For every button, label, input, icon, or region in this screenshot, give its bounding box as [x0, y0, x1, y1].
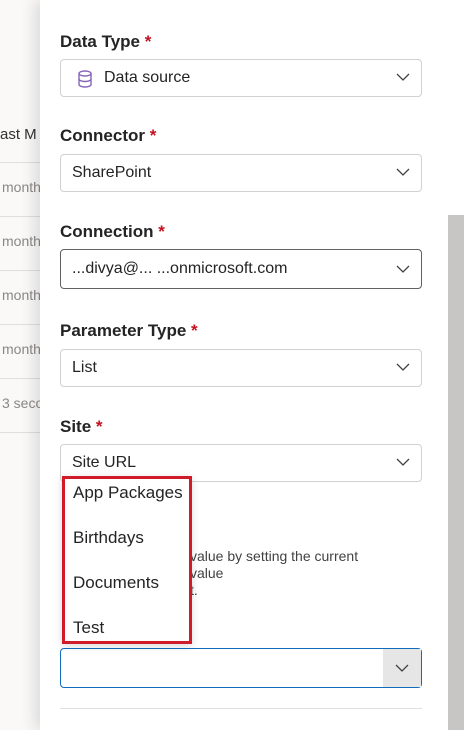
required-marker: *: [158, 222, 165, 241]
database-icon: [78, 70, 92, 88]
connection-dropdown[interactable]: ...divya@... ...onmicrosoft.com: [60, 249, 422, 289]
list-dropdown-toggle[interactable]: [383, 649, 421, 687]
parameter-type-label: Parameter Type *: [60, 321, 198, 340]
data-type-label: Data Type *: [60, 32, 152, 51]
data-type-value: Data source: [104, 69, 191, 86]
connector-dropdown[interactable]: SharePoint: [60, 154, 422, 192]
scrollbar-thumb[interactable]: [448, 215, 464, 730]
chevron-down-icon: [395, 664, 409, 672]
connector-label: Connector *: [60, 126, 157, 145]
option-documents[interactable]: Documents: [73, 573, 159, 593]
chevron-down-icon: [396, 363, 410, 371]
data-type-dropdown[interactable]: Data source: [60, 59, 422, 97]
chevron-down-icon: [396, 168, 410, 176]
required-marker: *: [144, 32, 152, 51]
option-app-packages[interactable]: App Packages: [73, 483, 183, 503]
required-marker: *: [149, 126, 157, 145]
divider: [60, 708, 422, 709]
connection-value: ...divya@... ...onmicrosoft.com: [72, 260, 288, 277]
parameter-type-value: List: [72, 359, 97, 376]
site-value: Site URL: [72, 454, 137, 471]
site-label: Site *: [60, 417, 103, 436]
connector-value: SharePoint: [72, 164, 152, 181]
chevron-down-icon: [396, 265, 410, 273]
background-row-text: month: [2, 287, 41, 303]
chevron-down-icon: [396, 73, 410, 81]
chevron-down-icon: [396, 458, 410, 466]
option-birthdays[interactable]: Birthdays: [73, 528, 144, 548]
background-row-text: month: [2, 233, 41, 249]
connection-label: Connection *: [60, 222, 165, 241]
required-marker: *: [95, 417, 103, 436]
parameter-type-dropdown[interactable]: List: [60, 349, 422, 387]
background-column-header: ast M: [0, 126, 37, 143]
background-row-text: month: [2, 179, 41, 195]
list-options-popup: App Packages Birthdays Documents Test: [62, 476, 192, 644]
background-row-text: month: [2, 341, 41, 357]
description-line: value by setting the current value: [190, 548, 359, 581]
description-line: t.: [190, 582, 198, 598]
background-row-text: 3 seco: [2, 395, 44, 411]
scrollbar-track[interactable]: [448, 0, 464, 730]
list-dropdown[interactable]: [60, 648, 422, 688]
option-test[interactable]: Test: [73, 618, 104, 638]
required-marker: *: [191, 321, 198, 340]
field-description: value by setting the current value t.: [190, 548, 390, 599]
